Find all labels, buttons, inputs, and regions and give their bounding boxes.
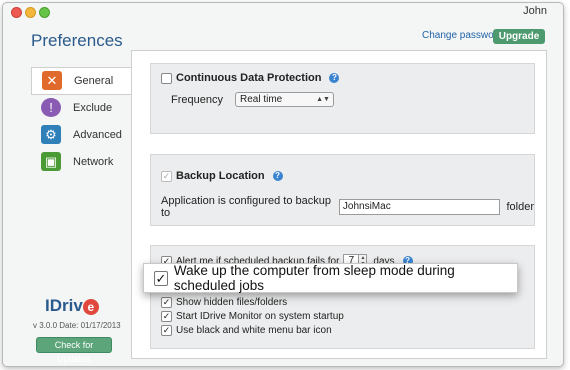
backup-location-checkbox: ✓ [161,170,172,182]
wake-checkbox[interactable]: ✓ [154,270,168,286]
sidebar-item-label: Exclude [73,102,113,114]
backup-location-section: ✓ Backup Location ? Application is confi… [150,154,535,226]
title-bar: John [3,3,563,20]
hidden-files-label: Show hidden files/folders [176,297,288,308]
sidebar-item-label: Advanced [73,129,122,141]
backup-location-field[interactable]: JohnsiMac [338,199,501,215]
wake-label: Wake up the computer from sleep mode dur… [173,263,455,293]
start-monitor-checkbox[interactable]: ✓ [161,311,172,322]
menu-icon-label: Use black and white menu bar icon [176,325,332,336]
sidebar-item-network[interactable]: ▣ Network [31,149,131,176]
help-icon[interactable]: ? [329,73,340,83]
sidebar-item-exclude[interactable]: ! Exclude [31,95,131,122]
advanced-icon: ⚙ [41,125,61,144]
user-name: John [523,5,547,17]
frequency-select[interactable]: Real time ▲▼ [234,92,334,107]
exclude-icon: ! [41,98,61,117]
frequency-label: Frequency [171,93,223,106]
backup-location-description: Application is configured to backup to [161,195,331,219]
wake-option-callout[interactable]: ✓ Wake up the computer from sleep mode d… [143,263,518,293]
sidebar-item-label: General [74,75,114,87]
menu-icon-checkbox[interactable]: ✓ [161,325,172,336]
upgrade-button[interactable]: Upgrade [493,29,545,44]
cdp-checkbox[interactable] [161,72,172,84]
logo-text: IDriv [45,296,83,315]
logo-e: e [82,298,99,315]
cdp-label: Continuous Data Protection [176,72,322,84]
sidebar-item-advanced[interactable]: ⚙ Advanced [31,122,131,149]
tools-icon: ✕ [42,71,62,90]
network-icon: ▣ [41,152,61,171]
help-icon[interactable]: ? [272,171,283,181]
zoom-window-button[interactable] [39,7,50,18]
general-settings-panel: Continuous Data Protection ? Frequency R… [131,50,547,359]
idrive-logo: IDriv e [45,296,99,316]
options-section: ✓ Alert me if scheduled backup fails for… [150,245,535,349]
start-monitor-label: Start IDrive Monitor on system startup [176,311,344,322]
sidebar-item-label: Network [73,156,114,168]
check-updates-button[interactable]: Check for Updates [36,337,112,364]
minimize-window-button[interactable] [25,7,36,18]
frequency-value: Real time [239,94,283,105]
sidebar: ✕ General ! Exclude ⚙ Advanced ▣ Network [31,67,133,176]
change-password-link[interactable]: Change password [422,30,503,41]
chevron-updown-icon: ▲▼ [316,96,330,103]
preferences-window: John Preferences Change password Upgrade… [2,2,564,367]
close-window-button[interactable] [11,7,22,18]
sidebar-item-general[interactable]: ✕ General [31,67,133,95]
hidden-files-checkbox[interactable]: ✓ [161,297,172,308]
page-title: Preferences [31,31,123,50]
folder-suffix: folder [506,201,534,213]
backup-location-label: Backup Location [176,170,265,182]
cdp-section: Continuous Data Protection ? Frequency R… [150,63,535,134]
version-info: v 3.0.0 Date: 01/17/2013 [33,321,121,330]
